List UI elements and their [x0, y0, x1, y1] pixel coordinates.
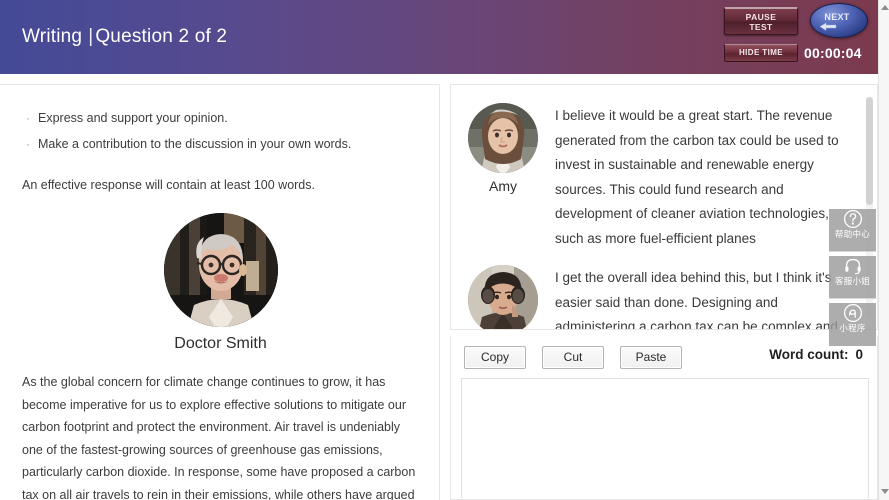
- avatar: [468, 265, 538, 329]
- question-label: Question 2 of 2: [95, 26, 228, 47]
- post-text: I get the overall idea behind this, but …: [555, 270, 838, 330]
- list-item: · Express and support your opinion.: [22, 105, 419, 131]
- word-count: Word count: 0: [769, 347, 863, 362]
- customer-service-button[interactable]: 客服小姐: [829, 256, 876, 299]
- post-author: Amy: [463, 103, 543, 251]
- word-requirement-note: An effective response will contain at le…: [22, 178, 315, 192]
- header-controls: PAUSE TEST NEXT HIDE TIME 00:00:04: [720, 0, 872, 74]
- customer-service-label: 客服小姐: [834, 277, 871, 287]
- title-separator: |: [88, 26, 94, 47]
- instruction-bullets: · Express and support your opinion. · Ma…: [22, 105, 419, 157]
- post-author-name: Amy: [489, 178, 517, 194]
- discussion-post: Amy I believe it would be a great start.…: [451, 95, 877, 257]
- mini-program-label: 小程序: [839, 324, 866, 334]
- scroll-up-arrow-icon[interactable]: [879, 2, 889, 14]
- pause-test-line2: TEST: [749, 22, 773, 32]
- scroll-down-arrow-icon[interactable]: [879, 486, 889, 498]
- scrollbar-thumb[interactable]: [866, 97, 873, 205]
- paste-button[interactable]: Paste: [620, 346, 682, 369]
- answer-area: Copy Cut Paste Word count: 0: [450, 336, 878, 500]
- timer-display: 00:00:04: [804, 45, 862, 61]
- headset-icon: [844, 258, 861, 275]
- bullet-marker: ·: [26, 111, 30, 125]
- post-author: Rory: [463, 265, 543, 329]
- floating-support-widget: 帮助中心 客服小姐 小程序: [829, 205, 876, 346]
- avatar: [468, 103, 538, 173]
- question-mark-icon: [843, 209, 862, 229]
- professor-portrait-icon: [163, 213, 278, 327]
- cut-button[interactable]: Cut: [542, 346, 604, 369]
- task-instructions-panel: · Express and support your opinion. · Ma…: [0, 84, 440, 500]
- writing-task-screen: Writing | Question 2 of 2 PAUSE TEST NEXT …: [0, 0, 889, 500]
- help-center-label: 帮助中心: [834, 230, 871, 240]
- bullet-text: Express and support your opinion.: [38, 111, 228, 125]
- pause-test-button[interactable]: PAUSE TEST: [724, 7, 798, 35]
- edit-toolbar: Copy Cut Paste Word count: 0: [451, 336, 877, 380]
- avatar: [163, 213, 278, 327]
- app-header: Writing | Question 2 of 2 PAUSE TEST NEXT …: [0, 0, 878, 74]
- amy-portrait-icon: [468, 103, 538, 173]
- next-button[interactable]: NEXT: [810, 3, 868, 38]
- word-count-value: 0: [855, 347, 863, 362]
- arrow-right-icon: [820, 22, 837, 31]
- copy-button[interactable]: Copy: [464, 346, 526, 369]
- bullet-marker: ·: [26, 137, 30, 151]
- mini-program-button[interactable]: 小程序: [829, 303, 876, 346]
- discussion-post: Rory I get the overall idea behind this,…: [451, 257, 877, 330]
- post-text: I believe it would be a great start. The…: [555, 108, 839, 246]
- page-title: Writing | Question 2 of 2: [22, 26, 227, 48]
- hide-time-button[interactable]: HIDE TIME: [724, 44, 798, 62]
- discussion-board[interactable]: Amy I believe it would be a great start.…: [450, 84, 878, 330]
- pause-test-line1: PAUSE: [745, 12, 777, 22]
- word-count-label: Word count:: [769, 347, 849, 362]
- page-scrollbar[interactable]: [878, 0, 889, 500]
- professor-block: Doctor Smith: [22, 213, 419, 353]
- help-center-button[interactable]: 帮助中心: [829, 209, 876, 252]
- answer-input[interactable]: [461, 378, 869, 498]
- bullet-text: Make a contribution to the discussion in…: [38, 137, 352, 151]
- professor-name: Doctor Smith: [174, 335, 267, 352]
- prompt-text: As the global concern for climate change…: [22, 375, 416, 500]
- list-item: · Make a contribution to the discussion …: [22, 131, 419, 157]
- section-label: Writing: [22, 26, 83, 47]
- next-button-label: NEXT: [824, 12, 850, 22]
- rory-portrait-icon: [468, 265, 538, 329]
- discussion-and-answer-panel: Amy I believe it would be a great start.…: [450, 84, 878, 500]
- mini-program-icon: [843, 303, 862, 323]
